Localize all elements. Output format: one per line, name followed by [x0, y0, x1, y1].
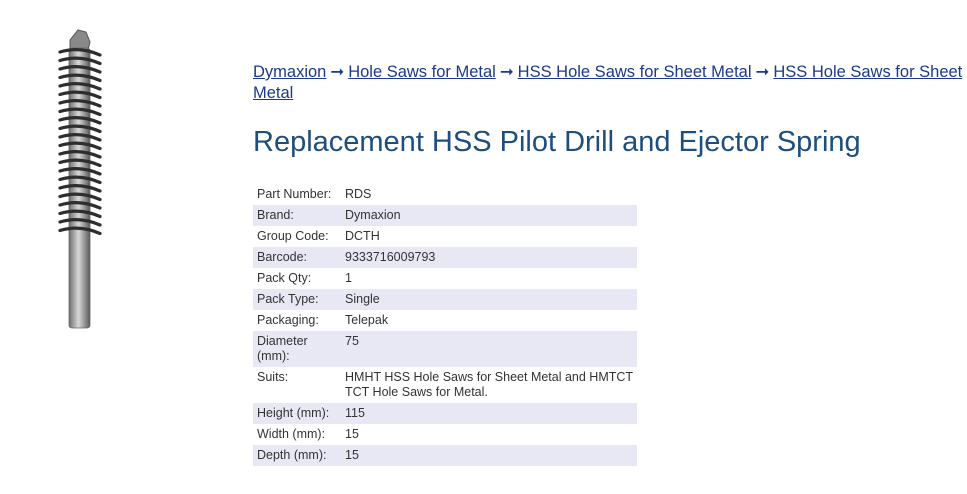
spec-value: DCTH [345, 229, 380, 243]
breadcrumb-link-dymaxion[interactable]: Dymaxion [253, 63, 326, 81]
spec-row-suits: Suits: HMHT HSS Hole Saws for Sheet Metal… [253, 367, 637, 403]
breadcrumb-arrow-icon: ➞ [330, 63, 345, 81]
spec-label: Width (mm): [257, 427, 326, 441]
spec-value: 1 [345, 271, 352, 285]
spec-row-pack-qty: Pack Qty: 1 [253, 268, 637, 289]
page-title: Replacement HSS Pilot Drill and Ejector … [253, 126, 861, 158]
spec-label: Group Code: [257, 229, 329, 243]
spec-row-part-number: Part Number: RDS [253, 184, 637, 205]
spec-label: Brand: [253, 205, 341, 226]
spec-label: Depth (mm): [253, 445, 341, 466]
spec-label: Suits: [257, 370, 289, 384]
spec-label: Pack Qty: [257, 271, 312, 285]
spec-value: 115 [341, 403, 637, 424]
breadcrumb-link-hss-hole-saws-sheet-metal[interactable]: HSS Hole Saws for Sheet Metal [518, 63, 752, 81]
spec-value: Single [341, 289, 637, 310]
spec-label: Diameter (mm): [253, 331, 341, 367]
spec-label: Packaging: [257, 313, 319, 327]
spec-value: HMHT HSS Hole Saws for Sheet Metal and H… [345, 370, 633, 399]
spec-table: Part Number: RDS Brand: Dymaxion Group Cod… [253, 184, 637, 466]
product-image [52, 28, 108, 332]
spec-row-brand: Brand: Dymaxion [253, 205, 637, 226]
pilot-drill-icon [58, 29, 102, 329]
spec-label: Height (mm): [253, 403, 341, 424]
spec-value: Dymaxion [341, 205, 637, 226]
spec-row-group-code: Group Code: DCTH [253, 226, 637, 247]
spec-row-height: Height (mm): 115 [253, 403, 637, 424]
spec-value: 15 [345, 427, 359, 441]
spec-row-pack-type: Pack Type: Single [253, 289, 637, 310]
spec-row-width: Width (mm): 15 [253, 424, 637, 445]
breadcrumb-arrow-icon: ➞ [499, 63, 514, 81]
spec-value: RDS [345, 187, 372, 201]
spec-row-packaging: Packaging: Telepak [253, 310, 637, 331]
spec-row-diameter: Diameter (mm): 75 [253, 331, 637, 367]
spec-value: Telepak [345, 313, 389, 327]
spec-value: 9333716009793 [341, 247, 637, 268]
spec-value: 75 [341, 331, 637, 367]
spec-row-depth: Depth (mm): 15 [253, 445, 637, 466]
spec-value: 15 [341, 445, 637, 466]
spec-label: Part Number: [257, 187, 332, 201]
breadcrumb: Dymaxion ➞ Hole Saws for Metal ➞ HSS Hole Sa… [253, 62, 963, 104]
breadcrumb-arrow-icon: ➞ [755, 63, 770, 81]
breadcrumb-link-hole-saws-for-metal[interactable]: Hole Saws for Metal [348, 63, 496, 81]
spec-label: Pack Type: [253, 289, 341, 310]
spec-label: Barcode: [253, 247, 341, 268]
spec-row-barcode: Barcode: 9333716009793 [253, 247, 637, 268]
